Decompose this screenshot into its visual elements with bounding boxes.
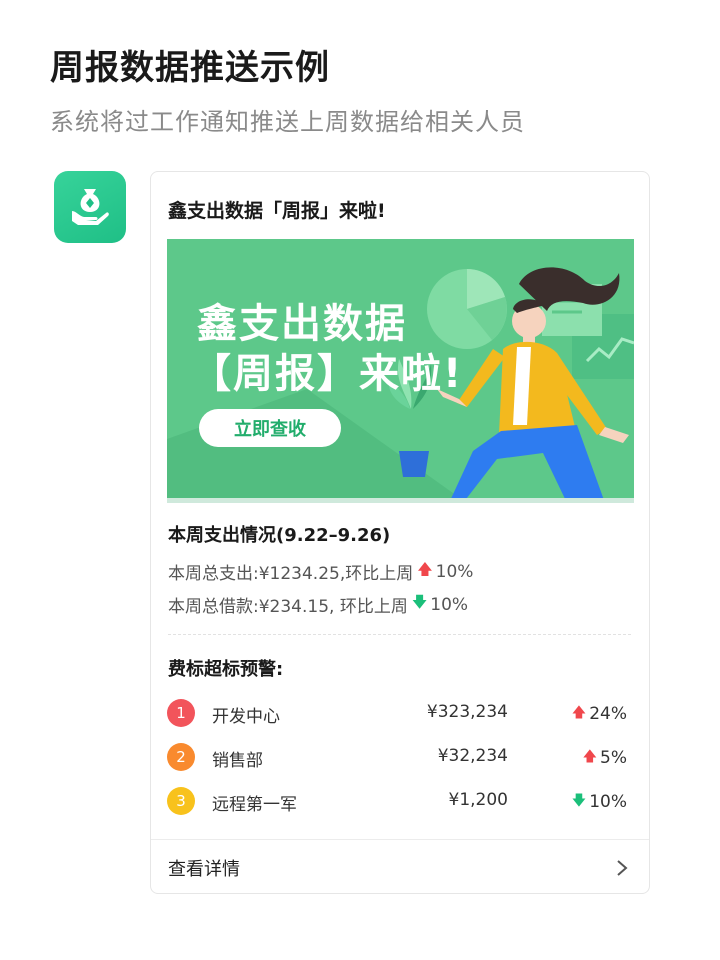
department-change: 🡅 5% bbox=[583, 746, 627, 770]
change-value: 5% bbox=[600, 748, 627, 768]
total-borrow-change: 10% bbox=[430, 594, 469, 615]
change-value: 24% bbox=[589, 704, 627, 724]
banner-divider bbox=[167, 498, 634, 503]
department-change: 🡇 10% bbox=[572, 790, 627, 814]
arrow-down-icon: 🡇 bbox=[411, 593, 428, 611]
department-amount: ¥323,234 bbox=[426, 702, 508, 722]
total-spend-text: 本周总支出:¥1234.25,环比上周 bbox=[168, 564, 414, 584]
footer-divider bbox=[151, 839, 649, 840]
rank-badge: 3 bbox=[167, 787, 195, 815]
banner-headline-line2: 【周报】来啦! bbox=[191, 351, 464, 397]
page-subtitle: 系统将过工作通知推送上周数据给相关人员 bbox=[50, 108, 525, 136]
arrow-up-icon: 🡅 bbox=[417, 560, 433, 578]
arrow-up-icon: 🡅 bbox=[571, 705, 587, 721]
card-title: 鑫支出数据「周报」来啦! bbox=[168, 200, 386, 222]
rank-badge: 2 bbox=[167, 743, 195, 771]
notification-card[interactable]: 鑫支出数据「周报」来啦! 鑫支出数据 【周报】来啦! 立即查收 本周支出情况(9… bbox=[150, 171, 650, 894]
weekly-report-banner[interactable]: 鑫支出数据 【周报】来啦! 立即查收 bbox=[167, 239, 634, 503]
department-name: 远程第一军 bbox=[212, 795, 297, 815]
warning-row[interactable]: 3 远程第一军 ¥1,200 🡇 10% bbox=[167, 787, 633, 817]
rank-badge: 1 bbox=[167, 699, 195, 727]
money-bag-hand-icon[interactable] bbox=[54, 171, 126, 243]
department-name: 销售部 bbox=[212, 751, 263, 771]
department-amount: ¥1,200 bbox=[448, 790, 508, 810]
total-spend-line: 本周总支出:¥1234.25,环比上周 🡅 10% bbox=[168, 559, 473, 584]
view-details-link[interactable]: 查看详情 bbox=[168, 855, 240, 881]
section-divider bbox=[168, 634, 631, 635]
overspend-warning-title: 费标超标预警: bbox=[168, 659, 284, 680]
total-borrow-text: 本周总借款:¥234.15, 环比上周 bbox=[168, 597, 408, 617]
arrow-up-icon: 🡅 bbox=[582, 749, 598, 765]
department-name: 开发中心 bbox=[212, 707, 280, 727]
change-value: 10% bbox=[589, 792, 627, 812]
total-borrow-line: 本周总借款:¥234.15, 环比上周 🡇 10% bbox=[168, 592, 468, 617]
department-change: 🡅 24% bbox=[572, 702, 627, 726]
week-summary-title: 本周支出情况(9.22–9.26) bbox=[168, 525, 391, 546]
chevron-right-icon[interactable] bbox=[615, 858, 629, 878]
arrow-down-icon: 🡇 bbox=[571, 793, 587, 809]
claim-now-button[interactable]: 立即查收 bbox=[199, 409, 341, 447]
warning-row[interactable]: 2 销售部 ¥32,234 🡅 5% bbox=[167, 743, 633, 773]
warning-row[interactable]: 1 开发中心 ¥323,234 🡅 24% bbox=[167, 699, 633, 729]
total-spend-change: 10% bbox=[435, 561, 474, 582]
page-title: 周报数据推送示例 bbox=[50, 48, 330, 88]
department-amount: ¥32,234 bbox=[437, 746, 508, 766]
